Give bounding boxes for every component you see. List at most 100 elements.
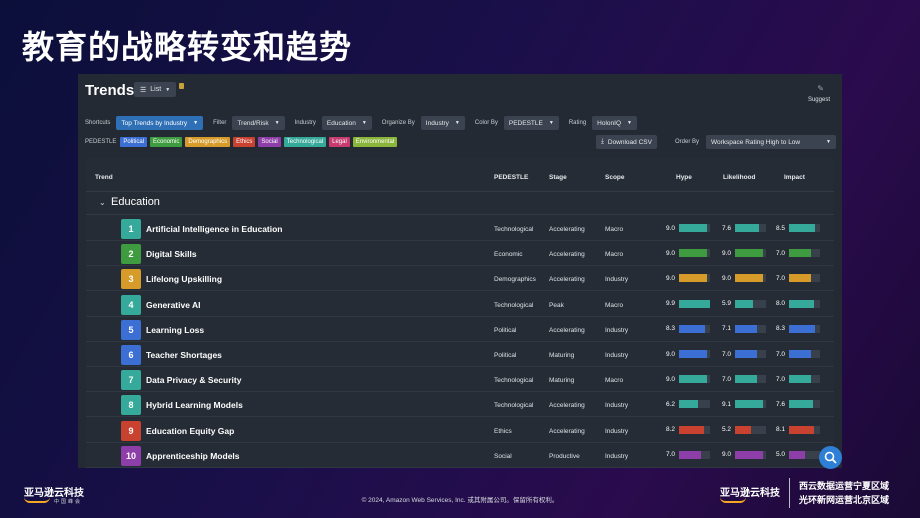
trend-name[interactable]: Digital Skills	[146, 249, 197, 259]
organize-by-select[interactable]: Industry ▼	[420, 116, 465, 130]
search-button[interactable]	[819, 446, 842, 469]
column-header-pedestle[interactable]: PEDESTLE	[494, 174, 528, 181]
likelihood-value: 7.6	[722, 224, 732, 232]
pedestle-chip-technological[interactable]: Technological	[283, 137, 327, 147]
likelihood-bar	[735, 400, 767, 409]
table-row[interactable]: 9 Education Equity Gap Ethics Accelerating I…	[86, 418, 834, 443]
filter-select[interactable]: Trend/Risk ▼	[232, 116, 285, 130]
hype-bar	[679, 450, 711, 459]
group-row-education[interactable]: ⌄ Education	[86, 193, 834, 215]
rank-badge: 2	[121, 244, 141, 265]
column-header-stage[interactable]: Stage	[549, 174, 567, 181]
pedestle-legend: PEDESTLE Political Economic Demographics…	[85, 137, 398, 147]
pedestle-chip-ethics[interactable]: Ethics	[233, 137, 256, 147]
hype-value: 9.0	[666, 274, 676, 282]
stage-cell: Accelerating	[549, 226, 585, 233]
view-mode-dropdown[interactable]: ☰ List ▼	[134, 82, 177, 97]
column-header-trend[interactable]: Trend	[95, 174, 113, 181]
group-label: Education	[111, 196, 160, 208]
impact-bar-fill	[789, 324, 815, 333]
column-header-likelihood[interactable]: Likelihood	[723, 174, 756, 181]
likelihood-metric: 5.2	[722, 425, 767, 434]
likelihood-bar-fill	[735, 224, 759, 232]
trend-name[interactable]: Generative AI	[146, 300, 201, 310]
hype-bar	[679, 324, 711, 333]
trend-name[interactable]: Lifelong Upskilling	[146, 274, 222, 284]
app-header: Trends ☰ List ▼ ✎ Suggest	[78, 74, 842, 104]
impact-bar	[789, 324, 821, 333]
slide-title: 教育的战略转变和趋势	[22, 29, 353, 65]
chevron-down-icon[interactable]: ⌄	[99, 198, 106, 207]
pencil-icon[interactable]: ✎	[817, 84, 824, 93]
pedestle-cell: Ethics	[494, 427, 512, 435]
hype-metric: 9.0	[666, 249, 711, 258]
pedestle-chip-economic[interactable]: Economic	[150, 137, 183, 147]
shortcuts-label: Shortcuts	[85, 120, 111, 126]
table-row[interactable]: 3 Lifelong Upskilling Demographics Accelera…	[86, 266, 834, 292]
chevron-down-icon: ▼	[627, 120, 632, 126]
download-csv-button[interactable]: ⤓ Download CSV	[596, 135, 657, 149]
hype-bar	[679, 425, 711, 434]
trend-name[interactable]: Data Privacy & Security	[146, 375, 241, 385]
pedestle-chip-social[interactable]: Social	[258, 137, 281, 147]
hype-bar-fill	[679, 324, 705, 333]
rank-badge: 4	[121, 294, 141, 315]
likelihood-metric: 7.0	[722, 375, 767, 384]
rank-badge: 5	[121, 319, 141, 340]
impact-metric: 8.1	[776, 425, 821, 434]
stage-cell: Accelerating	[549, 427, 585, 435]
column-header-impact[interactable]: Impact	[784, 174, 805, 181]
impact-value: 7.6	[776, 400, 786, 408]
suggest-button[interactable]: Suggest	[808, 97, 830, 103]
pedestle-chip-environmental[interactable]: Environmental	[352, 137, 398, 147]
trend-name[interactable]: Learning Loss	[146, 325, 204, 335]
organize-by-value: Industry	[425, 119, 449, 127]
hype-bar-fill	[679, 224, 707, 232]
hype-bar	[679, 299, 711, 308]
column-header-scope[interactable]: Scope	[605, 174, 625, 181]
table-row[interactable]: 4 Generative AI Technological Peak Macro 9.9 5…	[86, 292, 834, 317]
hype-value: 9.9	[666, 300, 676, 308]
hype-bar-fill	[679, 375, 707, 384]
trend-name[interactable]: Apprenticeship Models	[146, 451, 240, 461]
table-row[interactable]: 7 Data Privacy & Security Technological Mat…	[86, 367, 834, 393]
order-by-select[interactable]: Workspace Rating High to Low ▼	[706, 135, 836, 149]
color-by-select[interactable]: PEDESTLE ▼	[503, 116, 559, 130]
impact-value: 8.0	[776, 300, 786, 308]
hype-bar-fill	[679, 299, 710, 308]
chevron-down-icon: ▼	[165, 86, 171, 93]
likelihood-bar-fill	[735, 299, 754, 308]
scope-cell: Industry	[605, 276, 629, 284]
pedestle-chip-demographics[interactable]: Demographics	[185, 137, 231, 147]
table-row[interactable]: 1 Artificial Intelligence in Education Tec…	[86, 216, 834, 241]
hype-bar	[679, 274, 711, 283]
pedestle-chip-political[interactable]: Political	[120, 137, 148, 147]
impact-bar-fill	[789, 375, 811, 384]
trend-name[interactable]: Teacher Shortages	[146, 350, 222, 360]
pedestle-chip-legal[interactable]: Legal	[329, 137, 350, 147]
trend-name[interactable]: Hybrid Learning Models	[146, 400, 243, 410]
color-by-label: Color By	[474, 120, 498, 126]
table-row[interactable]: 6 Teacher Shortages Political Maturing Indus…	[86, 342, 834, 367]
trend-name[interactable]: Education Equity Gap	[146, 426, 234, 436]
table-row[interactable]: 10 Apprenticeship Models Social Productive I…	[86, 443, 834, 468]
column-header-hype[interactable]: Hype	[676, 174, 692, 181]
table-row[interactable]: 5 Learning Loss Political Accelerating Indus…	[86, 317, 834, 342]
stage-cell: Accelerating	[549, 276, 585, 284]
hype-bar-fill	[679, 400, 699, 409]
hype-value: 8.3	[666, 325, 676, 333]
rating-select[interactable]: HolonIQ ▼	[592, 116, 637, 130]
rank-badge: 10	[121, 445, 141, 466]
trend-name[interactable]: Artificial Intelligence in Education	[146, 224, 283, 234]
industry-value: Education	[326, 119, 356, 127]
pedestle-cell: Technological	[494, 226, 534, 233]
shortcuts-select[interactable]: Top Trends by Industry ▼	[116, 116, 204, 130]
likelihood-bar-fill	[735, 324, 758, 333]
table-row[interactable]: 2 Digital Skills Economic Accelerating Macro…	[86, 241, 834, 267]
impact-metric: 5.0	[776, 450, 821, 459]
hype-metric: 8.2	[666, 425, 711, 434]
impact-bar	[789, 274, 821, 283]
impact-metric: 8.3	[776, 324, 821, 333]
table-row[interactable]: 8 Hybrid Learning Models Technological Acce…	[86, 392, 834, 418]
industry-select[interactable]: Education ▼	[321, 116, 372, 130]
